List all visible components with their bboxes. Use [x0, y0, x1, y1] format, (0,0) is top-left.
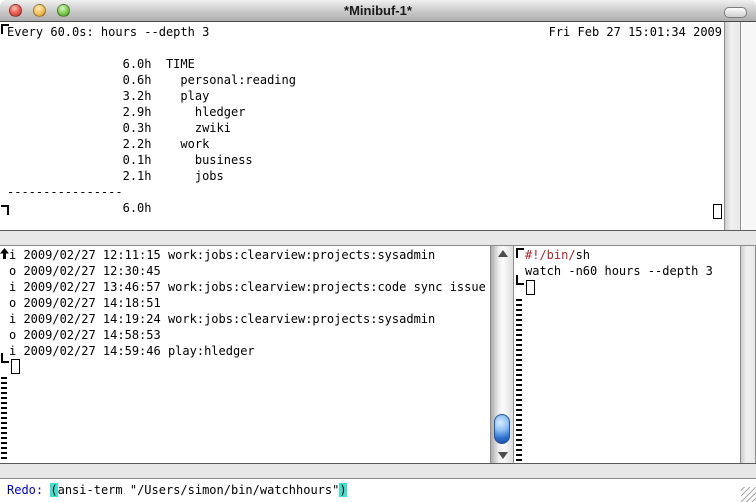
window-title: *Minibuf-1*: [0, 3, 756, 19]
minibuffer[interactable]: Redo: (ansi-term "/Users/simon/bin/watch…: [0, 479, 756, 502]
hours-report[interactable]: 6.0h TIME 0.6h personal:reading 3.2h pla…: [7, 56, 296, 216]
minibuffer-prompt: Redo:: [7, 483, 50, 497]
modeline-timelog[interactable]: --:-- current.timelog Bot (3726,0) darcs…: [0, 463, 514, 479]
emacs-frame: *Minibuf-1* Every 60.0s: hours --depth 3…: [0, 0, 756, 502]
script-cursor: [526, 280, 535, 295]
timelog-cursor: [11, 359, 20, 374]
minibuffer-command: ansi-term "/Users/simon/bin/watchhours": [58, 483, 340, 497]
empty-lines-fringe: [516, 299, 522, 461]
term-cursor: [713, 204, 722, 219]
ansi-term-window[interactable]: Every 60.0s: hours --depth 3 Fri Feb 27 …: [0, 22, 756, 230]
paren-match-close: ): [339, 483, 346, 497]
watch-header-right: Fri Feb 27 15:01:34 2009: [549, 24, 722, 40]
resize-grip[interactable]: [741, 487, 756, 502]
script-text[interactable]: #!/bin/sh watch -n60 hours --depth 3: [525, 247, 713, 279]
modeline-watchhours[interactable]: --:-- watchhours All (3,0)----: [514, 463, 756, 479]
scrollbar-up-arrow-icon[interactable]: [498, 250, 508, 257]
frame-right-edge: [742, 22, 756, 230]
paren-match-open: (: [50, 483, 57, 497]
script-command: watch -n60 hours --depth 3: [525, 264, 713, 278]
titlebar[interactable]: *Minibuf-1*: [0, 0, 756, 22]
scroll-up-fringe-icon: [0, 248, 9, 259]
modeline-ansi-term[interactable]: -u:** *ansi-term* All (13,101) (Term: ch…: [0, 230, 756, 246]
buffer-bottom-indicator-icon: [516, 275, 524, 285]
shebang-interpreter: sh: [576, 248, 590, 262]
buffer-bottom-indicator-icon: [1, 353, 9, 363]
shebang-comment: #!/bin/: [525, 248, 576, 262]
timelog-window[interactable]: i 2009/02/27 12:11:15 work:jobs:clearvie…: [0, 246, 490, 463]
timelog-text[interactable]: i 2009/02/27 12:11:15 work:jobs:clearvie…: [9, 247, 486, 359]
term-scrollbar[interactable]: [724, 22, 741, 230]
script-window[interactable]: #!/bin/sh watch -n60 hours --depth 3: [514, 246, 756, 463]
toolbar-toggle-button[interactable]: [724, 7, 747, 18]
empty-lines-fringe: [1, 377, 7, 461]
buffer-top-indicator-icon: [516, 248, 524, 258]
timelog-scrollbar[interactable]: [490, 246, 514, 463]
script-scrollbar[interactable]: [740, 246, 756, 463]
scrollbar-down-arrow-icon[interactable]: [498, 452, 508, 459]
watch-header-left: Every 60.0s: hours --depth 3: [7, 24, 209, 40]
scrollbar-thumb[interactable]: [494, 414, 510, 444]
